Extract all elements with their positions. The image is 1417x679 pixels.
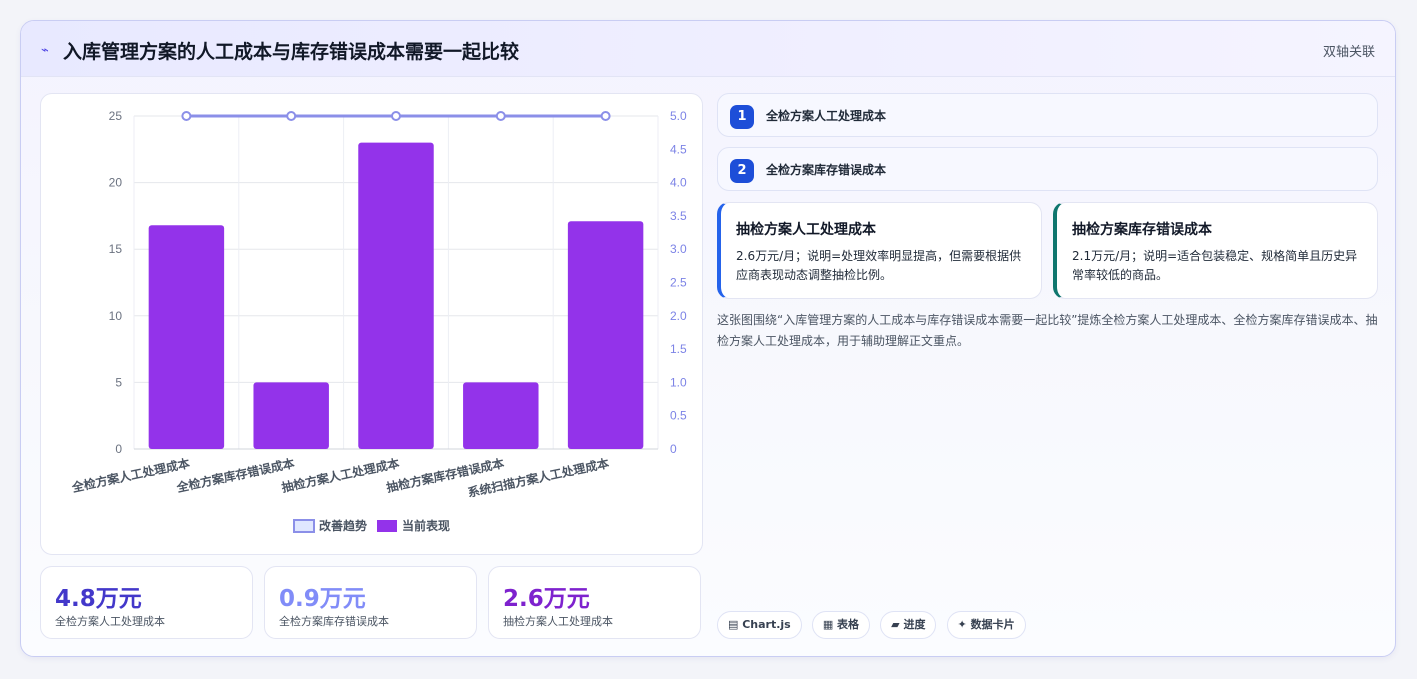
step-item[interactable]: 2 全检方案库存错误成本 [717, 147, 1378, 191]
insight-body: 2.6万元/月；说明=处理效率明显提高，但需要根据供应商表现动态调整抽检比例。 [736, 249, 1022, 282]
bar [567, 221, 644, 449]
y-left-tick-label: 0 [115, 442, 122, 456]
bar [148, 225, 225, 449]
chart-panel: 0 5 10 15 20 25 0 0.5 1.0 1.5 2.0 2.5 3.0 3.5 4.0 4.5 5.… [40, 93, 703, 555]
y-right-tick-label: 0.5 [670, 409, 687, 423]
step-label: 全检方案库存错误成本 [766, 163, 887, 177]
x-tick-label: 全检方案库存错误成本 [174, 455, 295, 495]
trend-point [181, 111, 192, 121]
trend-point [391, 111, 401, 121]
y-right-tick-label: 3.0 [670, 242, 687, 256]
kpi-card: 0.9万元 全检方案库存错误成本 [264, 566, 477, 639]
card-header: ⌁ 入库管理方案的人工成本与库存错误成本需要一起比较 双轴关联 [21, 21, 1395, 77]
y-right-tick-label: 5.0 [670, 109, 687, 123]
kpi-label: 全检方案人工处理成本 [55, 615, 165, 628]
y-left-tick-label: 15 [109, 242, 123, 256]
chartjs-pill[interactable]: ▤ Chart.js [717, 611, 802, 639]
x-tick-label: 抽检方案人工处理成本 [280, 455, 401, 495]
bar [463, 382, 539, 449]
kpi-value: 0.9万元 [279, 586, 366, 612]
kpi-label: 全检方案库存错误成本 [279, 615, 389, 628]
y-left-tick-label: 5 [115, 375, 122, 389]
bar [253, 382, 329, 449]
legend-swatch [377, 520, 397, 532]
legend-label: 当前表现 [402, 518, 450, 533]
step-number: 2 [730, 159, 754, 183]
trend-point [495, 111, 506, 121]
y-left-tick-label: 20 [109, 176, 123, 190]
trend-point [600, 111, 611, 121]
step-label: 全检方案人工处理成本 [766, 109, 887, 123]
y-right-tick-label: 1.5 [670, 342, 687, 356]
y-right-tick-label: 3.5 [670, 209, 687, 223]
dual-axis-chart: 0 5 10 15 20 25 0 0.5 1.0 1.5 2.0 2.5 3.0 3.5 4.0 4.5 5.… [70, 109, 687, 533]
insight-body: 2.1万元/月；说明=适合包装稳定、规格简单且历史异常率较低的商品。 [1072, 249, 1358, 282]
summary-text: 这张图围绕“入库管理方案的人工成本与库存错误成本需要一起比较”提炼全检方案人工处… [717, 313, 1378, 348]
y-right-tick-label: 0 [670, 442, 677, 456]
trend-point [286, 111, 297, 121]
page-title: 入库管理方案的人工成本与库存错误成本需要一起比较 [63, 41, 520, 63]
kpi-card: 4.8万元 全检方案人工处理成本 [40, 566, 253, 639]
x-tick-label: 全检方案人工处理成本 [70, 455, 191, 495]
kpi-value: 2.6万元 [503, 586, 590, 612]
y-right-tick-label: 1.0 [670, 375, 687, 389]
y-left-tick-label: 10 [109, 309, 123, 323]
insight-card: 抽检方案人工处理成本 2.6万元/月；说明=处理效率明显提高，但需要根据供应商表… [717, 202, 1042, 299]
insight-title: 抽检方案库存错误成本 [1072, 222, 1212, 238]
dashboard-card: ⌁ 入库管理方案的人工成本与库存错误成本需要一起比较 双轴关联 0 5 10 15 20… [20, 20, 1396, 657]
trend-icon: ⌁ [41, 43, 49, 58]
insight-title: 抽检方案人工处理成本 [736, 222, 876, 238]
insight-card: 抽检方案库存错误成本 2.1万元/月；说明=适合包装稳定、规格简单且历史异常率较… [1053, 202, 1378, 299]
progress-pill[interactable]: ▰ 进度 [880, 611, 937, 639]
y-right-tick-label: 4.0 [670, 176, 687, 190]
legend-label: 改善趋势 [319, 518, 367, 533]
data-card-pill[interactable]: ✦ 数据卡片 [946, 611, 1026, 639]
step-item[interactable]: 1 全检方案人工处理成本 [717, 93, 1378, 137]
step-number: 1 [730, 105, 754, 129]
y-left-tick-label: 25 [109, 109, 123, 123]
legend-swatch [293, 519, 315, 533]
chart-mode-tag: 双轴关联 [1322, 45, 1375, 60]
table-pill[interactable]: ▦ 表格 [811, 611, 871, 639]
view-toolbar: ▤ Chart.js ▦ 表格 ▰ 进度 ✦ 数据卡片 [717, 611, 1031, 639]
kpi-label: 抽检方案人工处理成本 [503, 615, 613, 628]
kpi-value: 4.8万元 [55, 586, 142, 612]
kpi-card: 2.6万元 抽检方案人工处理成本 [488, 566, 701, 639]
bar [358, 142, 434, 449]
y-right-tick-label: 2.5 [670, 276, 687, 290]
y-right-tick-label: 2.0 [670, 309, 687, 323]
y-right-tick-label: 4.5 [670, 142, 687, 156]
